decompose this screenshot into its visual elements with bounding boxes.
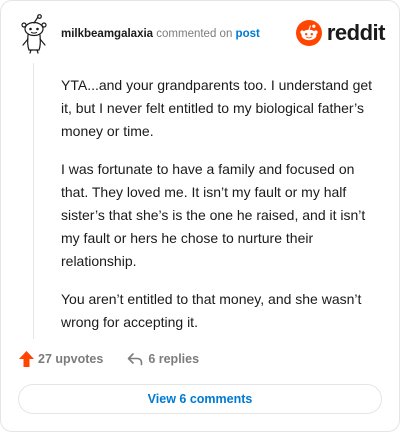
post-link[interactable]: post	[236, 28, 260, 40]
reddit-brand[interactable]: reddit	[295, 18, 386, 48]
comment-body: YTA...and your grandparents too. I under…	[61, 74, 381, 349]
comment-paragraph: I was fortunate to have a family and foc…	[61, 161, 366, 269]
comment-paragraph: YTA...and your grandparents too. I under…	[61, 77, 373, 139]
replies-button[interactable]: 6 replies	[127, 352, 199, 366]
thread-line[interactable]	[33, 63, 34, 339]
upvote-button[interactable]: 27 upvotes	[19, 351, 103, 367]
replies-count: 6 replies	[148, 352, 200, 366]
avatar[interactable]	[17, 14, 51, 54]
brand-name: reddit	[326, 20, 386, 45]
byline: milkbeamgalaxia commented on post	[61, 28, 260, 40]
comment-paragraph: You aren’t entitled to that money, and s…	[61, 291, 362, 330]
comment-card: milkbeamgalaxia commented on post reddit…	[0, 0, 400, 432]
reddit-logo-icon	[295, 20, 322, 46]
comment-actions: 27 upvotes 6 replies	[19, 349, 199, 369]
action-text: commented on	[156, 28, 233, 40]
upvote-count: 27 upvotes	[38, 352, 104, 366]
username-link[interactable]: milkbeamgalaxia	[61, 28, 153, 40]
reply-arrow-icon	[128, 353, 143, 366]
comment-header: milkbeamgalaxia commented on post reddit	[17, 14, 386, 54]
upvote-arrow-icon	[19, 351, 34, 367]
view-comments-button[interactable]: View 6 comments	[18, 384, 382, 414]
